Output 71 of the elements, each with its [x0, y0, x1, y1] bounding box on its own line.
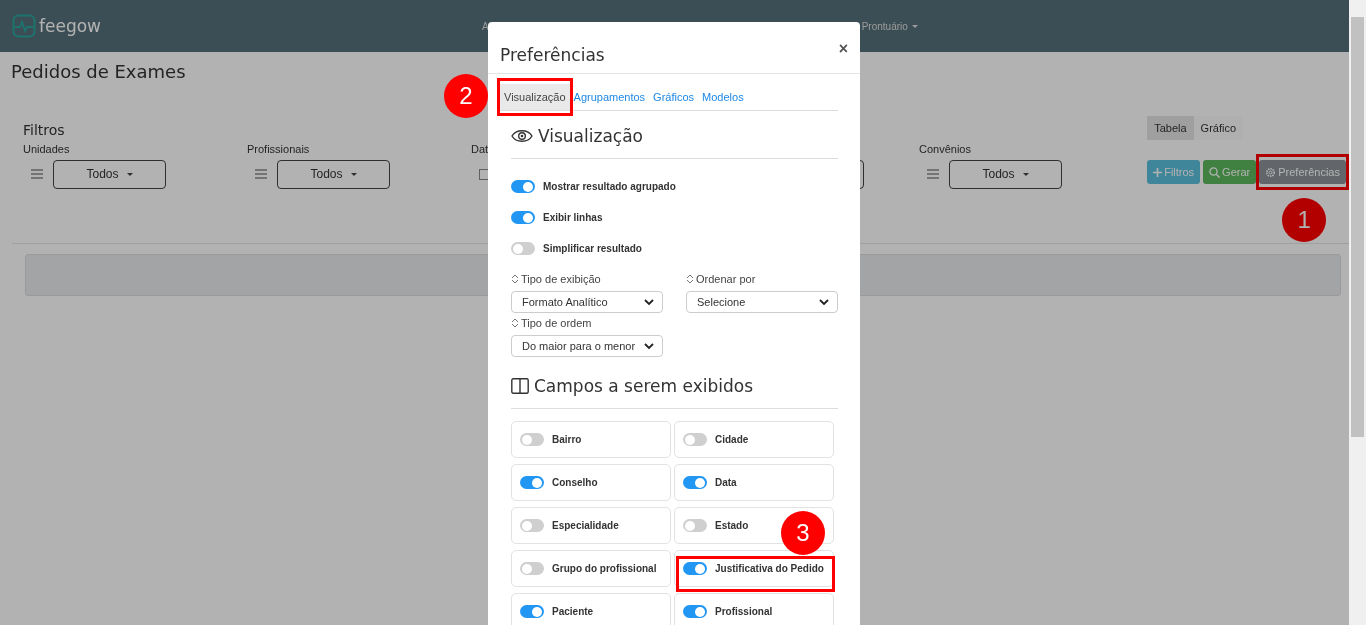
toggle-label: Estado — [715, 520, 749, 531]
tab[interactable]: Gráficos — [649, 84, 699, 110]
eye-icon — [511, 129, 533, 143]
toggle-switch[interactable] — [683, 433, 707, 446]
drag-handle-icon[interactable] — [255, 169, 267, 179]
plus-icon — [1153, 167, 1163, 177]
section-heading: Campos a serem exibidos — [534, 376, 753, 396]
toggle-label: Cidade — [715, 434, 749, 445]
toggle-label: Exibir linhas — [543, 212, 603, 223]
view-toggle-button[interactable]: Tabela — [1147, 116, 1194, 140]
search-icon — [1209, 166, 1221, 178]
caret-icon — [911, 24, 918, 28]
toggle-label: Mostrar resultado agrupado — [543, 181, 676, 192]
toggle-switch[interactable] — [511, 242, 535, 255]
logo-text: feegow — [39, 16, 101, 36]
close-button[interactable]: × — [838, 39, 848, 58]
select-field[interactable]: Formato Analítico — [511, 291, 663, 313]
filter-dropdown[interactable]: Todos — [53, 159, 166, 189]
tab[interactable]: Visualização — [500, 84, 570, 110]
toggle-label: Conselho — [552, 477, 598, 488]
toggle-switch[interactable] — [520, 519, 544, 532]
callout-badge: 2 — [444, 74, 488, 118]
toggle-switch[interactable] — [520, 605, 544, 618]
filter-label: Convênios — [919, 143, 972, 157]
toggle-switch[interactable] — [683, 562, 707, 575]
toggle-switch[interactable] — [520, 476, 544, 489]
page-title: Pedidos de Exames — [11, 61, 186, 82]
toggle-label: Simplificar resultado — [543, 243, 642, 254]
toggle-switch[interactable] — [520, 433, 544, 446]
pulse-logo-icon — [12, 14, 36, 38]
filter-dropdown[interactable]: Todos — [277, 159, 390, 189]
toggle-label: Grupo do profissional — [552, 563, 657, 574]
section-heading: Visualização — [538, 126, 643, 146]
sort-icon — [686, 274, 694, 284]
filters-heading: Filtros — [23, 122, 65, 138]
callout-badge: 1 — [1282, 198, 1327, 242]
filter-label: Dat — [471, 143, 490, 157]
callout-badge: 3 — [781, 511, 825, 555]
select-label: Tipo de exibição — [521, 273, 601, 285]
toggle-switch[interactable] — [511, 180, 535, 193]
toggle-label: Profissional — [715, 606, 773, 617]
toggle-label: Justificativa do Pedido — [715, 563, 824, 574]
select-label: Ordenar por — [696, 273, 756, 285]
toggle-switch[interactable] — [520, 562, 544, 575]
sort-icon — [511, 274, 519, 284]
chevron-down-icon — [644, 298, 654, 306]
drag-handle-icon[interactable] — [927, 169, 939, 179]
scrollbar[interactable] — [1349, 0, 1366, 625]
filter-label: Profissionais — [247, 143, 311, 157]
toggle-switch[interactable] — [683, 519, 707, 532]
tab[interactable]: Modelos — [698, 84, 748, 110]
toggle-label: Data — [715, 477, 737, 488]
chevron-down-icon — [819, 298, 829, 306]
select-label: Tipo de ordem — [521, 317, 592, 329]
toggle-label: Bairro — [552, 434, 582, 445]
filter-dropdown[interactable]: Todos — [949, 159, 1062, 189]
select-field[interactable]: Do maior para o menor — [511, 335, 663, 357]
toggle-label: Paciente — [552, 606, 594, 617]
toggle-switch[interactable] — [683, 476, 707, 489]
dialog-title: Preferências — [500, 44, 605, 65]
columns-icon — [511, 378, 529, 394]
toggle-label: Especialidade — [552, 520, 619, 531]
tab[interactable]: Agrupamentos — [569, 84, 650, 110]
select-field[interactable]: Selecione — [686, 291, 838, 313]
toggle-switch[interactable] — [683, 605, 707, 618]
filter-label: Unidades — [23, 143, 71, 157]
chevron-down-icon — [644, 342, 654, 350]
toggle-switch[interactable] — [511, 211, 535, 224]
settings-icon — [1265, 166, 1277, 178]
drag-handle-icon[interactable] — [31, 169, 43, 179]
sort-icon — [511, 318, 519, 328]
